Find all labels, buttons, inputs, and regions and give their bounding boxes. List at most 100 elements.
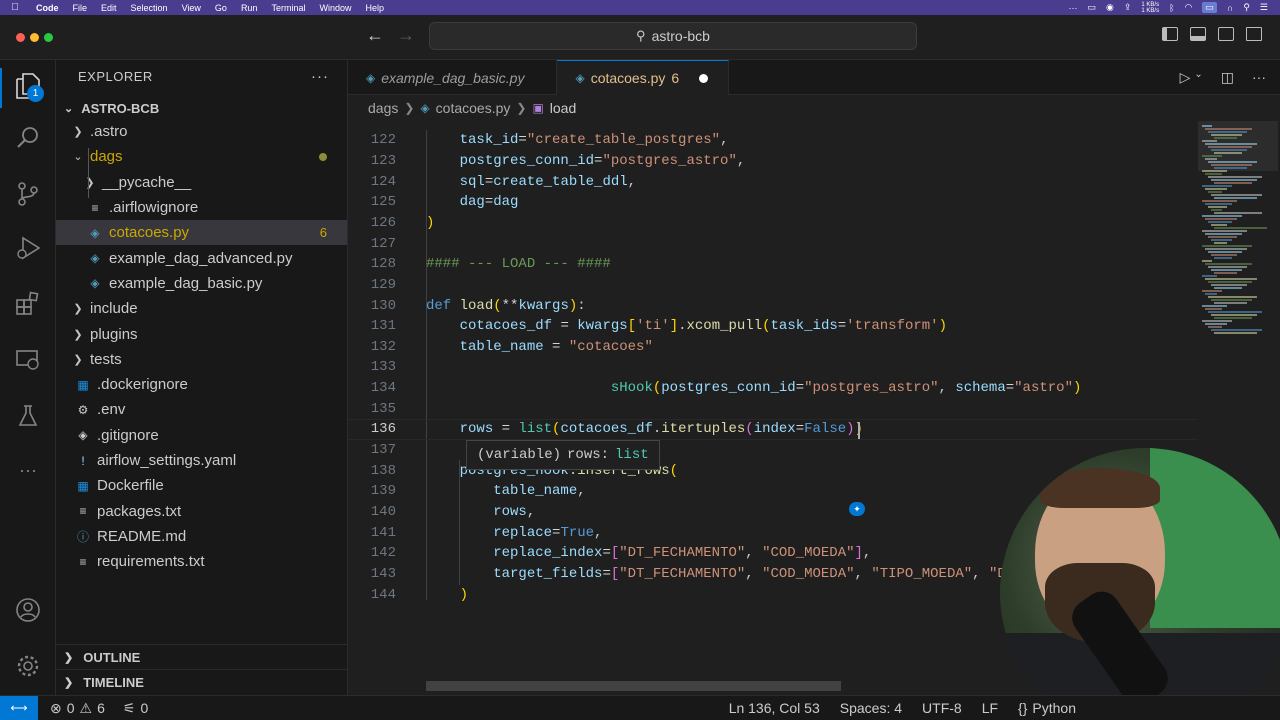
extensions-icon[interactable] [12,288,44,320]
record-icon[interactable]: ◉ [1106,2,1114,13]
customize-layout-icon[interactable] [1246,27,1262,41]
tree-file[interactable]: ≡ requirements.txt [56,549,347,574]
menu-file[interactable]: File [67,3,96,13]
more-views-icon[interactable]: ··· [12,454,44,486]
upload-icon[interactable]: ⇪ [1124,2,1132,13]
tree-file[interactable]: ◈ .gitignore [56,423,347,448]
code-line[interactable]: 132 table_name = "cotacoes" [348,337,1198,358]
encoding-status[interactable]: UTF-8 [914,700,974,716]
timeline-section[interactable]: ❯ TIMELINE [56,669,348,694]
source-control-icon[interactable] [12,178,44,210]
tree-file[interactable]: ! airflow_settings.yaml [56,448,347,473]
menu-selection[interactable]: Selection [125,3,176,13]
tree-file[interactable]: ◈ example_dag_advanced.py [56,245,347,270]
code-line[interactable]: 135 [348,398,1198,419]
tree-file[interactable]: ▦ .dockerignore [56,372,347,397]
eol-status[interactable]: LF [974,700,1010,716]
search-icon[interactable]: ⚲ [1243,2,1250,13]
tree-folder[interactable]: ⌄ dags [56,144,347,169]
code-line[interactable]: 126) [348,213,1198,234]
tree-file[interactable]: ◈ example_dag_basic.py [56,271,347,296]
remote-explorer-icon[interactable] [12,344,44,376]
command-center-search[interactable]: ⚲ astro-bcb [429,22,917,50]
menu-edit[interactable]: Edit [95,3,125,13]
ports-status[interactable]: ⚟ 0 [113,700,156,717]
code-line[interactable]: 123 postgres_conn_id="postgres_astro", [348,151,1198,172]
code-line[interactable]: 125 dag=dag [348,192,1198,213]
code-line[interactable]: 136 rows = list(cotacoes_df.itertuples(i… [348,419,1198,440]
split-editor-icon[interactable]: ◫ [1221,69,1234,86]
tree-folder[interactable]: ❯ plugins [56,321,347,346]
code-line[interactable]: 129 [348,275,1198,296]
run-dropdown-chevron-icon[interactable]: ⌄ [1194,69,1202,86]
indentation-status[interactable]: Spaces: 4 [832,700,914,716]
tree-file[interactable]: ≡ .airflowignore [56,195,347,220]
testing-flask-icon[interactable] [12,400,44,432]
menu-help[interactable]: Help [359,3,392,13]
code-line[interactable]: 127 [348,233,1198,254]
dots-icon[interactable]: ··· [1068,3,1077,13]
menu-app-code[interactable]: Code [30,3,67,13]
tree-file[interactable]: ◈ cotacoes.py 6 [56,220,347,246]
code-line[interactable]: 130 def load(**kwargs): [348,295,1198,316]
minimap-line [1211,209,1222,211]
code-line[interactable]: 131 cotacoes_df = kwargs['ti'].xcom_pull… [348,316,1198,337]
workspace-root-folder[interactable]: ⌄ ASTRO-BCB [56,97,347,119]
tab-example-dag-basic[interactable]: ◈ example_dag_basic.py [348,60,558,95]
code-line[interactable]: 124 sql=create_table_ddl, [348,171,1198,192]
back-arrow-icon[interactable]: ← [366,25,384,46]
run-debug-icon[interactable] [12,232,44,264]
problems-status[interactable]: ⊗ 0 ⚠ 6 [38,700,113,717]
screen-mirror-icon[interactable]: ▭ [1202,2,1217,13]
forward-arrow-icon[interactable]: → [397,25,415,46]
maximize-window-button[interactable] [44,33,53,42]
remote-indicator-icon[interactable]: ⟷ [0,696,38,720]
code-line[interactable]: 128 #### --- LOAD --- #### [348,254,1198,275]
menu-window[interactable]: Window [313,3,359,13]
horizontal-scrollbar[interactable] [426,681,841,691]
run-python-file-icon[interactable]: ▷ [1180,69,1191,86]
breadcrumb-symbol[interactable]: load [550,100,576,116]
menu-view[interactable]: View [176,3,209,13]
copilot-sparkle-icon[interactable]: ✦ [849,502,865,516]
language-mode-status[interactable]: {} Python [1010,700,1280,716]
search-view-icon[interactable] [12,122,44,154]
bluetooth-icon[interactable]: ᛒ [1169,3,1174,13]
tree-file[interactable]: ⓘ README.md [56,524,347,549]
wifi-icon[interactable]: ◠ [1184,2,1192,13]
tree-folder[interactable]: ❯ include [56,296,347,321]
menu-run[interactable]: Run [235,3,266,13]
tree-file[interactable]: ⚙ .env [56,397,347,422]
toggle-panel-icon[interactable] [1190,27,1206,41]
settings-gear-icon[interactable] [12,650,44,682]
tree-item-label: .airflowignore [109,199,199,217]
tab-cotacoes[interactable]: ◈ cotacoes.py 6 [557,60,730,95]
code-line[interactable]: 122 task_id="create_table_postgres", [348,130,1198,151]
tree-folder[interactable]: ❯ .astro [56,119,347,144]
breadcrumb-dags[interactable]: dags [368,100,398,116]
tree-file[interactable]: ▦ Dockerfile [56,473,347,498]
more-actions-icon[interactable]: ··· [1252,69,1266,86]
unsaved-dot-icon[interactable] [699,73,709,83]
minimize-window-button[interactable] [30,33,39,42]
code-line[interactable]: 134 sHook(postgres_conn_id="postgres_ast… [348,378,1198,399]
accounts-icon[interactable] [12,594,44,626]
minimap-line [1205,308,1222,310]
toggle-secondary-sidebar-icon[interactable] [1218,27,1234,41]
display-icon[interactable]: ▭ [1087,2,1096,13]
outline-section[interactable]: ❯ OUTLINE [56,644,348,669]
code-line[interactable]: 133 [348,357,1198,378]
tree-file[interactable]: ≡ packages.txt [56,498,347,523]
menu-go[interactable]: Go [209,3,235,13]
control-center-icon[interactable]: ☰ [1260,2,1268,13]
breadcrumb-file[interactable]: cotacoes.py [436,100,511,116]
headphones-icon[interactable]: ∩ [1227,3,1233,13]
apple-icon[interactable]:  [0,2,30,13]
tree-folder[interactable]: ❯ __pycache__ [56,170,347,195]
more-actions-icon[interactable]: ··· [311,68,329,85]
toggle-primary-sidebar-icon[interactable] [1162,27,1178,41]
tree-folder[interactable]: ❯ tests [56,347,347,372]
close-window-button[interactable] [16,33,25,42]
cursor-position[interactable]: Ln 136, Col 53 [721,700,832,716]
menu-terminal[interactable]: Terminal [265,3,313,13]
